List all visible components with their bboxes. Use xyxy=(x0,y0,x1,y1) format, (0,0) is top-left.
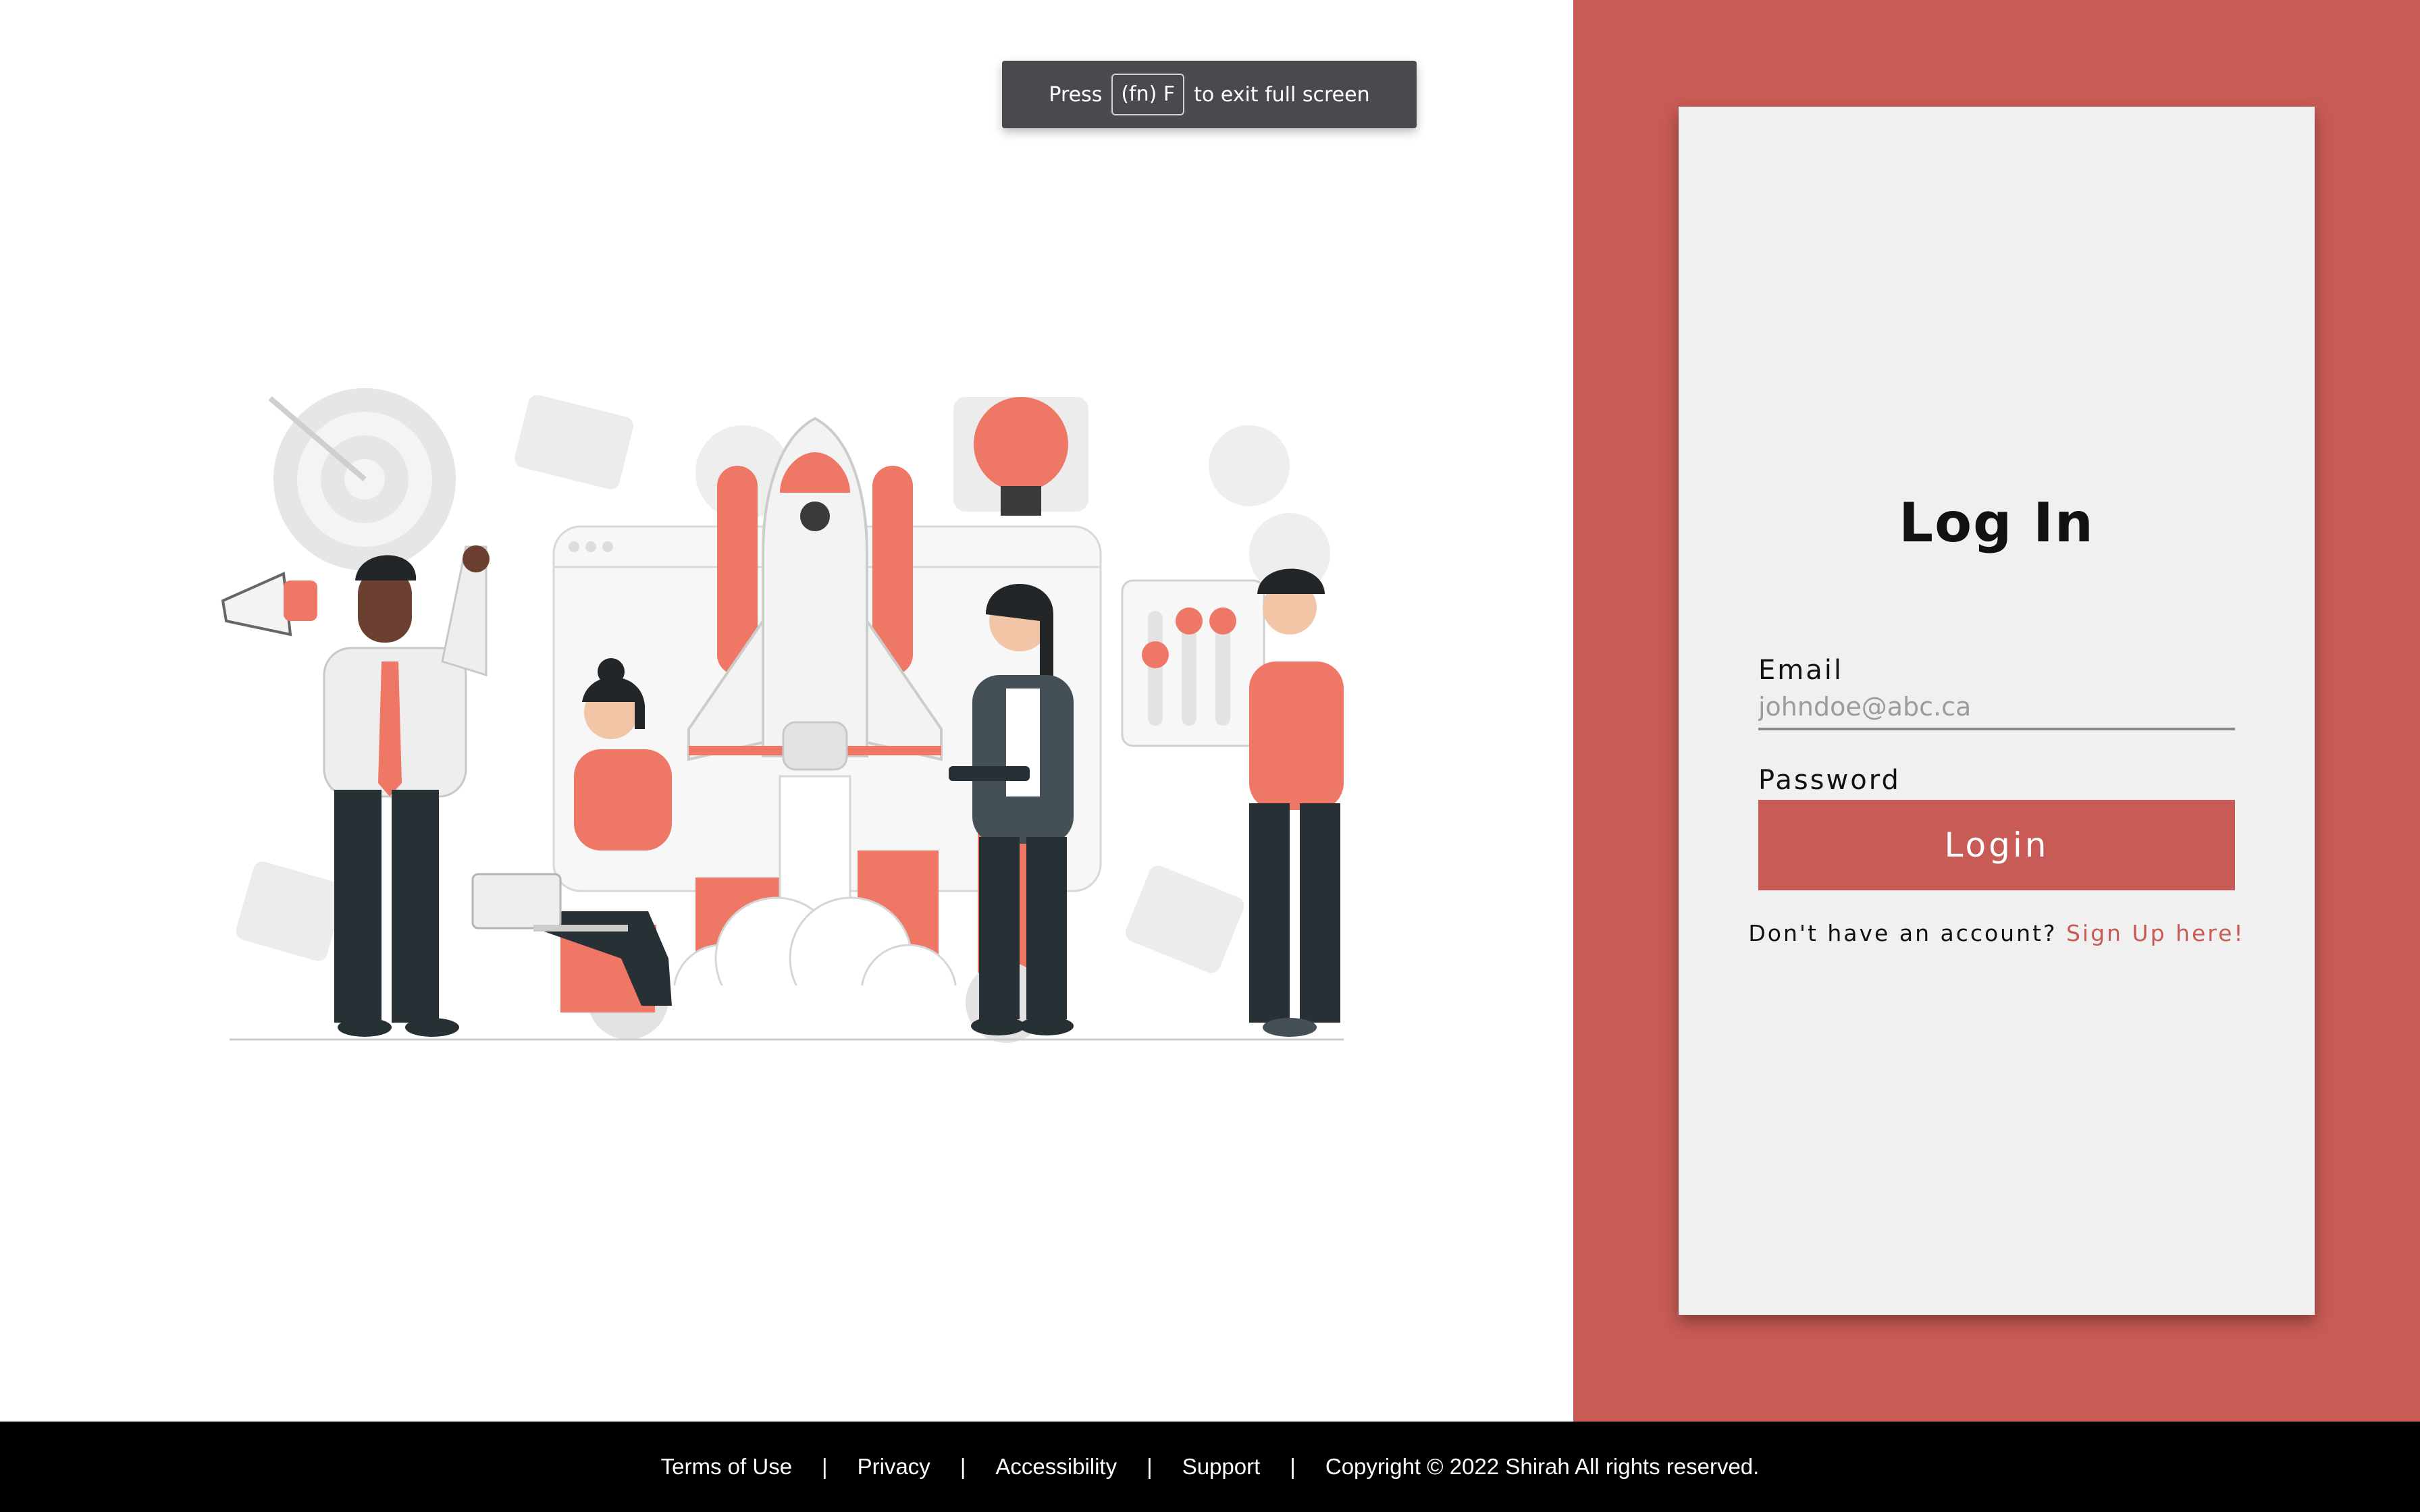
footer-copyright: Copyright © 2022 Shirah All rights reser… xyxy=(1325,1454,1760,1479)
person-sliders xyxy=(1121,568,1344,1037)
fullscreen-hint-key: (fn) F xyxy=(1111,74,1185,115)
email-input[interactable] xyxy=(1758,686,2235,730)
fullscreen-hint-press: Press xyxy=(1049,82,1103,107)
site-footer: Terms of Use | Privacy | Accessibility |… xyxy=(0,1422,2420,1512)
login-card: Log In Email Password ●●●●●●●●● Login Do… xyxy=(1679,107,2315,1315)
email-label: Email xyxy=(1758,655,1843,686)
lightbulb-icon xyxy=(953,397,1088,516)
password-label: Password xyxy=(1758,765,1901,796)
signup-prompt: Don't have an account? Sign Up here! xyxy=(1679,920,2315,946)
login-title: Log In xyxy=(1899,491,2095,554)
fullscreen-hint: Press (fn) F to exit full screen xyxy=(1002,61,1417,128)
login-button[interactable]: Login xyxy=(1758,800,2235,890)
footer-separator: | xyxy=(959,1454,966,1479)
footer-accessibility-link[interactable]: Accessibility xyxy=(995,1454,1117,1480)
footer-terms-link[interactable]: Terms of Use xyxy=(661,1454,792,1480)
footer-support-link[interactable]: Support xyxy=(1182,1454,1261,1480)
fullscreen-hint-text: to exit full screen xyxy=(1194,82,1370,107)
footer-separator: | xyxy=(1147,1454,1153,1479)
footer-separator: | xyxy=(822,1454,828,1479)
signup-prompt-text: Don't have an account? xyxy=(1748,920,2057,946)
startup-launch-illustration xyxy=(221,388,1344,1043)
hero-panel: Press (fn) F to exit full screen xyxy=(0,0,1573,1422)
person-megaphone xyxy=(221,545,490,1037)
footer-privacy-link[interactable]: Privacy xyxy=(858,1454,930,1480)
rocket-icon xyxy=(687,416,943,771)
footer-separator: | xyxy=(1290,1454,1296,1479)
signup-link[interactable]: Sign Up here! xyxy=(2066,920,2245,946)
